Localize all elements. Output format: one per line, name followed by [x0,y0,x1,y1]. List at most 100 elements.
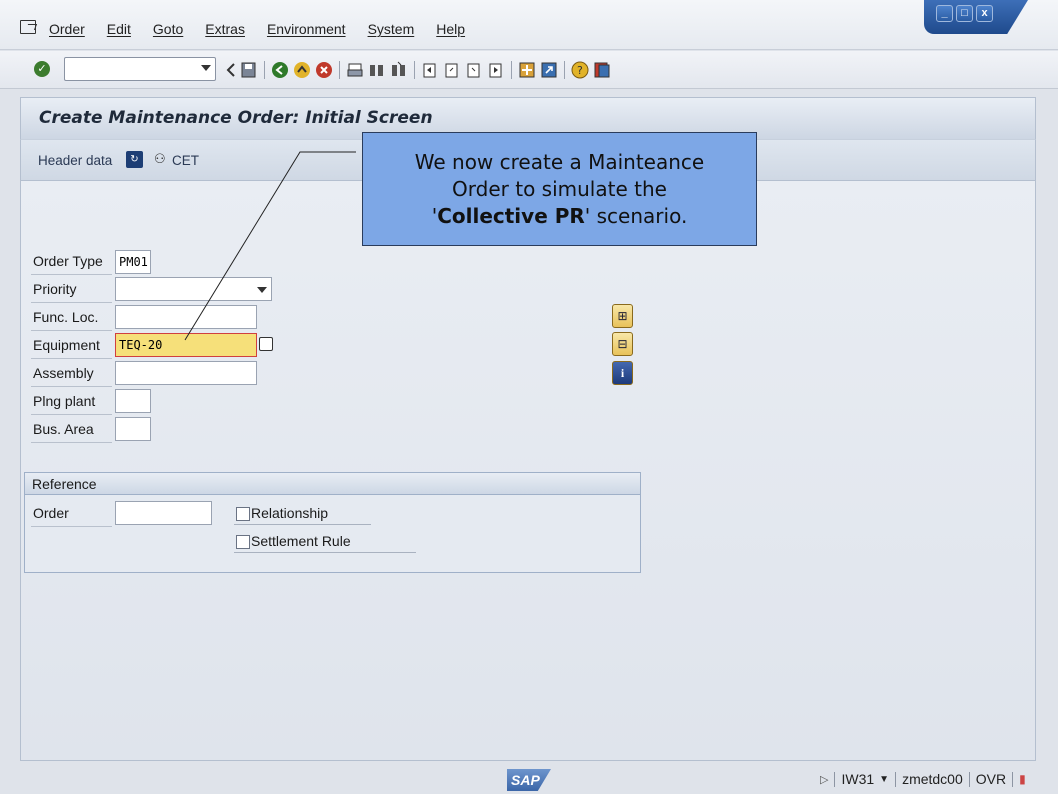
structure-icon[interactable]: ⊞ [612,304,633,328]
cet-button[interactable]: CET [172,153,199,168]
layout-icon[interactable] [593,61,611,79]
toolbar-divider [264,61,265,79]
label-underline [31,274,112,275]
reference-header: Reference [25,473,640,495]
label-underline [31,386,112,387]
equipment-label: Equipment [33,337,100,353]
priority-select[interactable] [115,277,272,301]
settlement-rule-checkbox[interactable] [236,535,250,549]
close-button[interactable]: x [976,5,993,22]
refresh-icon[interactable]: ↻ [126,151,143,168]
menu-system[interactable]: System [368,21,415,37]
toolbar-divider [339,61,340,79]
label-underline [31,330,112,331]
menu-edit[interactable]: Edit [107,21,131,37]
relationship-label: Relationship [251,505,329,521]
find-icon[interactable] [368,61,386,79]
menu-items: Order Edit Goto Extras Environment Syste… [49,21,487,37]
toolbar-divider [511,61,512,79]
callout-line2: Order to simulate the [452,177,667,201]
status-fields: ▷ IW31 ▼ zmetdc00 OVR ▮ [820,771,1026,787]
label-underline [31,302,112,303]
func-loc-input[interactable] [115,305,257,329]
shortcut-icon[interactable] [540,61,558,79]
label-underline [234,552,416,553]
back-icon[interactable] [226,61,236,79]
menu-goto[interactable]: Goto [153,21,183,37]
exit-icon[interactable] [293,61,311,79]
tutorial-callout: We now create a Mainteance Order to simu… [362,132,757,246]
toolbar-divider [564,61,565,79]
value-help-icon[interactable] [259,337,273,351]
print-icon[interactable] [346,61,364,79]
plng-plant-input[interactable] [115,389,151,413]
status-divider [1012,771,1014,787]
menu-help[interactable]: Help [436,21,465,37]
bus-area-input[interactable] [115,417,151,441]
maximize-button[interactable]: □ [956,5,973,22]
callout-line3: 'Collective PR' scenario. [373,203,746,230]
label-underline [234,524,371,525]
standard-toolbar: ✓ ? [0,51,1058,89]
cet-icon[interactable]: ⚇ [154,152,166,167]
toolbar-icons: ? [226,59,615,81]
menu-bar: Order Edit Goto Extras Environment Syste… [0,0,1058,50]
enter-icon[interactable]: ✓ [34,61,50,77]
find-next-icon[interactable] [390,61,408,79]
equipment-value: TEQ-20 [119,338,163,352]
help-icon[interactable]: ? [571,61,589,79]
hierarchy-icon[interactable]: ⊟ [612,332,633,356]
plng-plant-label: Plng plant [33,393,96,409]
svg-text:?: ? [577,64,583,77]
reference-title: Reference [32,476,97,492]
chevron-down-icon[interactable]: ▼ [879,774,889,785]
sap-logo: SAP [507,769,551,791]
order-type-value: PM01 [119,255,148,269]
save-icon[interactable] [240,61,258,79]
new-session-icon[interactable] [518,61,536,79]
form-area [20,181,1036,761]
callout-emphasis: Collective PR [437,204,585,228]
func-loc-label: Func. Loc. [33,309,99,325]
status-bar: SAP ▷ IW31 ▼ zmetdc00 OVR ▮ [0,761,1058,794]
chevron-down-icon[interactable] [257,287,267,293]
menu-environment[interactable]: Environment [267,21,346,37]
order-type-input[interactable]: PM01 [115,250,151,274]
server-name: zmetdc00 [902,771,963,787]
insert-mode[interactable]: OVR [976,771,1006,787]
last-page-icon[interactable] [487,61,505,79]
ref-order-label: Order [33,505,69,521]
ref-order-input[interactable] [115,501,212,525]
status-divider [895,771,897,787]
callout-rest: ' scenario. [584,204,688,228]
status-divider [968,771,970,787]
assembly-input[interactable] [115,361,257,385]
label-underline [31,526,112,527]
order-type-label: Order Type [33,253,103,269]
cancel-icon[interactable] [315,61,333,79]
menu-icon[interactable] [20,20,36,34]
chevron-down-icon[interactable] [201,65,211,71]
priority-label: Priority [33,281,77,297]
transaction-code[interactable]: IW31 [841,771,874,787]
info-icon[interactable]: i [612,361,633,385]
command-field[interactable] [64,57,216,81]
status-expand-icon[interactable]: ▷ [820,773,828,786]
prev-page-icon[interactable] [443,61,461,79]
first-page-icon[interactable] [421,61,439,79]
next-page-icon[interactable] [465,61,483,79]
minimize-button[interactable]: _ [936,5,953,22]
green-back-icon[interactable] [271,61,289,79]
label-underline [31,414,112,415]
settlement-rule-label: Settlement Rule [251,533,351,549]
menu-order[interactable]: Order [49,21,85,37]
bus-area-label: Bus. Area [33,421,94,437]
header-data-button[interactable]: Header data [38,153,112,168]
callout-line1: We now create a Mainteance [414,150,705,174]
lock-icon: ▮ [1019,772,1026,786]
relationship-checkbox[interactable] [236,507,250,521]
menu-extras[interactable]: Extras [205,21,245,37]
assembly-label: Assembly [33,365,94,381]
equipment-input[interactable]: TEQ-20 [115,333,257,357]
window-controls: _ □ x [924,0,1028,34]
